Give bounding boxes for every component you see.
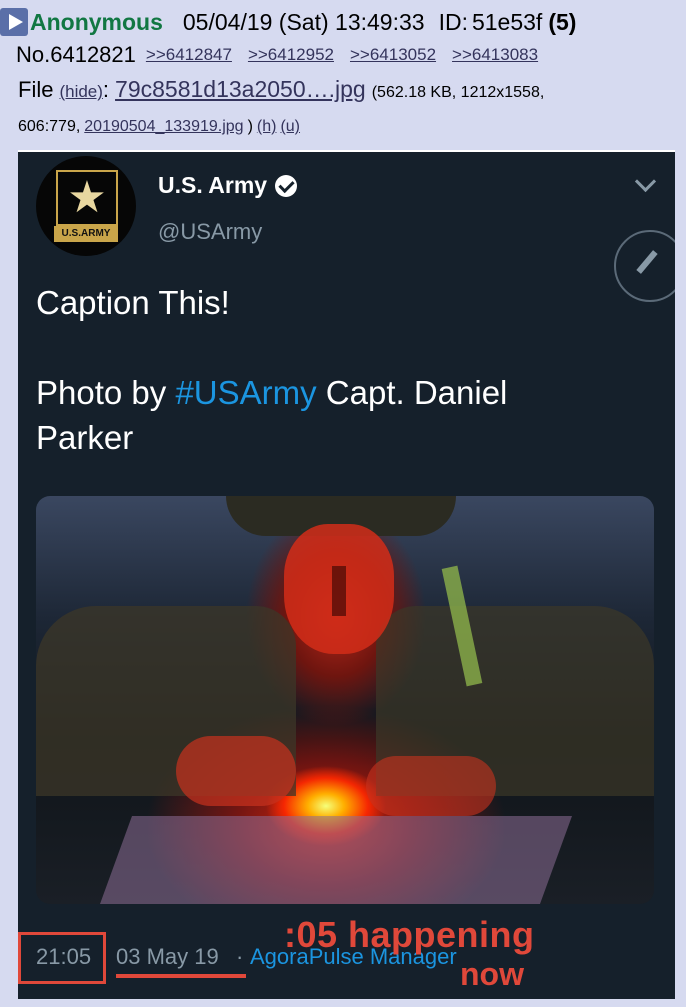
hashtag-link: #USArmy bbox=[175, 374, 317, 411]
hide-file-link[interactable]: (hide) bbox=[59, 82, 102, 102]
file-resolution-ratio: 606:779, bbox=[18, 118, 81, 135]
play-icon[interactable] bbox=[0, 8, 28, 36]
file-details: (562.18 KB, 1212x1558, bbox=[371, 84, 545, 101]
annotation-text-2: now bbox=[460, 956, 524, 992]
credit-prefix: Photo by bbox=[36, 374, 176, 411]
file-colon: : bbox=[102, 77, 110, 102]
tweet-screenshot[interactable]: ★ U.S.ARMY U.S. Army @USArmy Caption Thi… bbox=[18, 150, 675, 999]
post-number[interactable]: No.6412821 bbox=[16, 42, 136, 68]
tweet-text-line1: Caption This! bbox=[36, 284, 230, 321]
tweet-date: 03 May 19 bbox=[116, 944, 219, 969]
compose-icon bbox=[614, 230, 675, 302]
reply-link[interactable]: >>6413083 bbox=[452, 45, 538, 65]
photo-hand-left bbox=[176, 736, 296, 806]
photo-nose-shadow bbox=[332, 566, 346, 616]
star-icon: ★ bbox=[67, 173, 107, 222]
file-info-line-2: 606:779, 20190504_133919.jpg ) (h) (u) bbox=[18, 114, 300, 140]
poster-id[interactable]: 51e53f bbox=[472, 9, 542, 36]
tweet-text: Caption This! Photo by #USArmy Capt. Dan… bbox=[36, 280, 596, 460]
tweet-display-name: U.S. Army bbox=[158, 172, 298, 199]
photo-hand-right bbox=[366, 756, 496, 816]
filename-link[interactable]: 79c8581d13a2050….jpg bbox=[115, 76, 366, 103]
tweet-text-credit: Photo by #USArmy Capt. Daniel Parker bbox=[36, 370, 596, 460]
photo-map bbox=[99, 816, 573, 904]
date-underline bbox=[116, 974, 246, 978]
chevron-down-icon bbox=[634, 170, 657, 193]
file-close-paren: ) bbox=[247, 118, 253, 135]
poster-id-label: ID: bbox=[438, 8, 468, 35]
post-info-line: Anonymous 05/04/19 (Sat) 13:49:33 ID: 51… bbox=[0, 6, 576, 38]
reply-link[interactable]: >>6412952 bbox=[248, 45, 334, 65]
avatar: ★ U.S.ARMY bbox=[36, 156, 136, 256]
tweet-handle: @USArmy bbox=[158, 219, 263, 244]
file-info-line: File (hide) : 79c8581d13a2050….jpg (562.… bbox=[18, 76, 544, 106]
tweet-time: 21:05 bbox=[36, 944, 92, 969]
original-filename-link[interactable]: 20190504_133919.jpg bbox=[84, 118, 243, 136]
meta-separator: · bbox=[236, 944, 244, 969]
u-link[interactable]: (u) bbox=[280, 118, 300, 136]
reply-link[interactable]: >>6412847 bbox=[146, 45, 232, 65]
tweet-photo bbox=[36, 496, 654, 904]
reply-link[interactable]: >>6413052 bbox=[350, 45, 436, 65]
post-count: (5) bbox=[548, 8, 577, 35]
file-label: File bbox=[18, 77, 54, 102]
poster-name: Anonymous bbox=[30, 8, 163, 35]
avatar-emblem: ★ bbox=[56, 170, 118, 226]
tweet-meta-row: 21:05 03 May 19 · AgoraPulse Manager :05… bbox=[18, 914, 675, 992]
annotation-text: :05 happening bbox=[284, 914, 535, 955]
avatar-tag: U.S.ARMY bbox=[54, 226, 118, 242]
post-number-line: No.6412821 >>6412847 >>6412952 >>6413052… bbox=[16, 40, 554, 70]
verified-icon bbox=[275, 174, 298, 197]
post-datetime: 05/04/19 (Sat) 13:49:33 bbox=[182, 8, 425, 35]
display-name-text: U.S. Army bbox=[158, 172, 268, 198]
h-link[interactable]: (h) bbox=[257, 118, 277, 136]
